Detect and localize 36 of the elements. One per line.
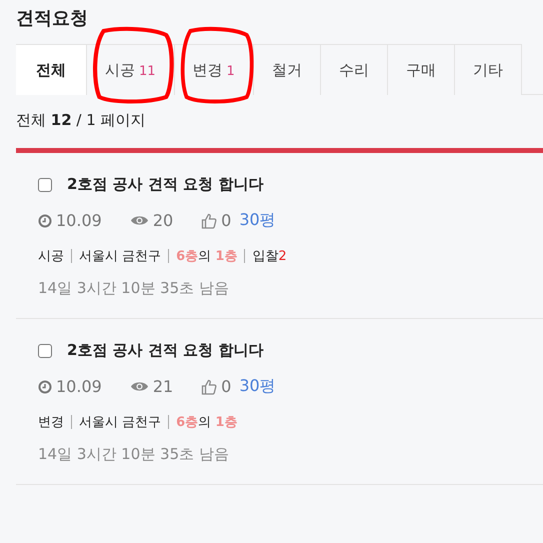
post-location: 서울시 금천구 — [79, 414, 162, 431]
page-summary: 전체 12 / 1 페이지 — [16, 111, 147, 130]
post-title[interactable]: 2호점 공사 견적 요청 합니다 — [67, 341, 264, 360]
like-count: 0 — [221, 377, 232, 396]
post-category: 변경 — [38, 414, 64, 431]
category-tab[interactable]: 철거 — [254, 44, 321, 95]
post-date: 10.09 — [56, 211, 102, 230]
clock-icon — [38, 380, 52, 394]
post-category: 시공 — [38, 248, 64, 265]
checkbox[interactable] — [38, 344, 52, 358]
view-count: 20 — [152, 211, 174, 230]
area-size: 30평 — [239, 376, 276, 397]
category-tab[interactable]: 수리 — [320, 44, 388, 95]
bid-count: 2 — [278, 248, 287, 264]
post-location: 서울시 금천구 — [79, 248, 162, 265]
thumbs-up-icon — [201, 212, 218, 228]
floor-info: 6층의 1층 — [176, 414, 238, 431]
like-count: 0 — [221, 211, 232, 230]
floor-info: 6층의 1층 — [176, 248, 238, 265]
category-tab[interactable]: 구매 — [388, 44, 455, 95]
thumbs-up-icon — [201, 378, 218, 394]
bid-label: 입찰 — [252, 248, 278, 265]
view-count: 21 — [152, 377, 174, 396]
post-title[interactable]: 2호점 공사 견적 요청 합니다 — [67, 175, 264, 194]
time-remaining: 14일 3시간 10분 35초 남음 — [38, 279, 230, 298]
clock-icon — [38, 214, 52, 228]
area-size: 30평 — [239, 210, 276, 231]
category-tab[interactable]: 전체 — [16, 44, 87, 95]
checkbox[interactable] — [38, 178, 52, 192]
page-title: 견적요청 — [16, 7, 89, 30]
eye-icon — [130, 214, 149, 227]
eye-icon — [130, 380, 149, 393]
post-date: 10.09 — [56, 377, 102, 396]
category-tab[interactable]: 시공 11 — [87, 44, 175, 95]
category-tab[interactable]: 기타 — [454, 44, 522, 95]
time-remaining: 14일 3시간 10분 35초 남음 — [38, 445, 230, 464]
